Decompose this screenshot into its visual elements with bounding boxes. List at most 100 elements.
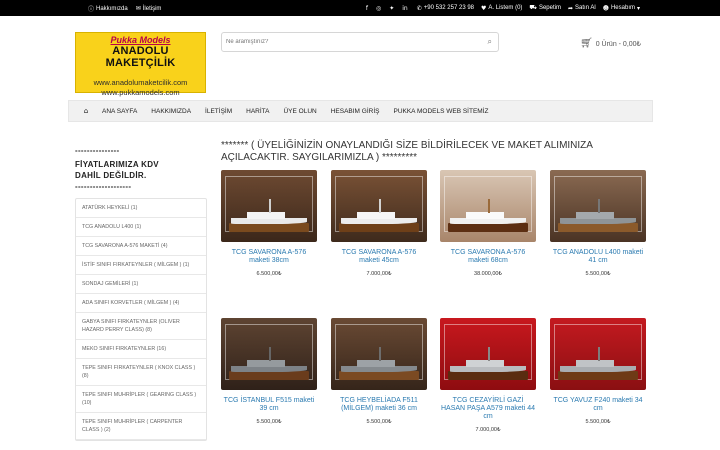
nav-item-register[interactable]: ÜYE OLUN [276,108,323,115]
product-price: 6.500,00₺ [256,271,282,277]
phone-label: +90 532 257 23 98 [423,5,474,11]
product-card: TCG CEZAYİRLİ GAZİ HASAN PAŞA A579 maket… [440,318,536,433]
product-card: TCG YAVUZ F240 maketi 34 cm 5.500,00₺ [550,318,646,425]
cart-label: 0 Ürün - 0,00₺ [595,40,642,48]
product-price: 5.500,00₺ [585,419,611,425]
facebook-icon[interactable]: f [366,5,368,12]
product-name[interactable]: TCG HEYBELİADA F511 (MİLGEM) maketi 36 c… [331,397,427,413]
category-item[interactable]: TCG ANADOLU L400 (1) [76,218,206,237]
product-card: TCG SAVARONA A-576 maketi 38cm 6.500,00₺ [221,170,317,277]
wishlist-link[interactable]: ♥ A. Listem (0) [481,5,522,12]
product-name[interactable]: TCG ANADOLU L400 maketi 41 cm [550,249,646,265]
category-item[interactable]: İSTİF SINIFI FIRKATEYNLER ( MİLGEM ) (1) [76,256,206,275]
product-price: 7.000,00₺ [366,271,392,277]
about-label: Hakkımızda [96,5,128,12]
product-name[interactable]: TCG SAVARONA A-576 maketi 68cm [440,249,536,265]
search-input[interactable] [226,35,476,49]
category-item[interactable]: SONDAJ GEMİLERİ (1) [76,275,206,294]
envelope-icon: ✉ [135,5,141,12]
top-bar-right: f ◎ ✦ in ✆ +90 532 257 23 98 ♥ A. Listem… [366,4,640,12]
about-link[interactable]: ⓘ Hakkımızda [88,4,128,14]
top-bar: ⓘ Hakkımızda ✉ İletişim f ◎ ✦ in ✆ +90 5… [0,0,720,16]
product-price: 7.000,00₺ [475,427,501,433]
nav-item-home[interactable]: ANA SAYFA [95,108,144,115]
notice-text: ******* ( ÜYELİĞİNİZİN ONAYLANDIĞI SİZE … [221,140,593,163]
product-card: TCG SAVARONA A-576 maketi 45cm 7.000,00₺ [331,170,427,277]
nav-item-pukka-site[interactable]: PUKKA MODELS WEB SİTEMİZ [386,108,495,115]
phone-link[interactable]: ✆ +90 532 257 23 98 [417,5,474,12]
search-box: ⌕ [221,32,499,52]
category-item[interactable]: TCG SAVARONA A-576 MAKETİ (4) [76,237,206,256]
category-item[interactable]: TEPE SINIFI FIRKATEYNLER ( KNOX CLASS ) … [76,359,206,386]
category-list: ATATÜRK HEYKELİ (1) TCG ANADOLU L400 (1)… [75,198,207,441]
linkedin-icon[interactable]: in [402,5,407,12]
product-image[interactable] [550,170,646,242]
product-card: TCG ANADOLU L400 maketi 41 cm 5.500,00₺ [550,170,646,277]
nav-item-contact[interactable]: İLETİŞİM [198,108,239,115]
category-item[interactable]: MEKO SINIFI FIRKATEYNLER (16) [76,340,206,359]
product-image[interactable] [221,170,317,242]
logo-line-brand: Pukka Models [110,35,171,45]
product-image[interactable] [331,170,427,242]
category-item[interactable]: ADA SINIFI KORVETLER ( MİLGEM ) (4) [76,294,206,313]
sidebar-title-dashes-bottom: ------------------- [75,182,132,191]
product-price: 5.500,00₺ [585,271,611,277]
contact-label: İletişim [142,5,162,12]
info-icon: ⓘ [88,6,95,13]
product-price: 5.500,00₺ [366,419,392,425]
product-price: 5.500,00₺ [256,419,282,425]
contact-link[interactable]: ✉ İletişim [136,5,162,12]
basket-link[interactable]: ⛟ Sepetim [529,4,561,12]
twitter-icon[interactable]: ✦ [389,5,394,12]
account-menu[interactable]: ☻ Hesabım ▾ [603,5,640,12]
nav-item-map[interactable]: HARİTA [239,108,276,115]
nav-item-about[interactable]: HAKKIMIZDA [144,108,198,115]
sidebar-title-dashes-top: --------------- [75,146,120,155]
category-item[interactable]: GABYA SINIFI FIRKATEYNLER (OLIVER HAZARD… [76,313,206,340]
product-name[interactable]: TCG YAVUZ F240 maketi 34 cm [550,397,646,413]
cart-icon: ⛟ [529,4,537,11]
product-card: TCG SAVARONA A-576 maketi 68cm 38.000,00… [440,170,536,277]
nav-item-login[interactable]: HESABIM GİRİŞ [324,108,387,115]
cart-summary[interactable]: 🛒︎ 0 Ürün - 0,00₺ [580,38,641,49]
product-name[interactable]: TCG SAVARONA A-576 maketi 45cm [331,249,427,265]
checkout-label: Satın Al [575,5,596,11]
wishlist-label: A. Listem (0) [488,5,523,11]
product-image[interactable] [550,318,646,390]
category-item[interactable]: TEPE SINIFI MUHRİPLER ( GEARING CLASS ) … [76,386,206,413]
heart-icon: ♥ [481,4,487,12]
caret-down-icon: ▾ [636,4,640,12]
user-icon: ☻ [602,4,609,12]
phone-icon: ✆ [416,4,422,12]
category-item[interactable]: ATATÜRK HEYKELİ (1) [76,199,206,218]
product-image[interactable] [440,318,536,390]
sidebar-title-line2: DAHİL DEĞİLDİR. [75,171,147,180]
sidebar-title-line1: FİYATLARIMIZA KDV [75,160,159,169]
product-name[interactable]: TCG CEZAYİRLİ GAZİ HASAN PAŞA A579 maket… [440,397,536,421]
site-logo[interactable]: Pukka Models ANADOLU MAKETÇİLİK www.anad… [75,32,206,97]
social-links: f ◎ ✦ in [366,5,408,12]
checkout-link[interactable]: ➦ Satın Al [568,5,596,12]
product-image[interactable] [221,318,317,390]
logo-line-url2: www.pukkamodels.com [101,88,180,97]
logo-line-url1: www.anadolumaketcilik.com [93,78,188,87]
instagram-icon[interactable]: ◎ [376,5,381,12]
product-price: 38.000,00₺ [474,271,502,277]
product-image[interactable] [331,318,427,390]
product-name[interactable]: TCG İSTANBUL F515 maketi 39 cm [221,397,317,413]
account-label: Hesabım [610,5,635,11]
product-image[interactable] [440,170,536,242]
top-bar-left: ⓘ Hakkımızda ✉ İletişim [88,4,161,13]
product-name[interactable]: TCG SAVARONA A-576 maketi 38cm [221,249,317,265]
search-icon[interactable]: ⌕ [488,37,492,47]
logo-line-company: ANADOLU MAKETÇİLİK [105,45,176,69]
category-item[interactable]: TEPE SINIFI MUHRİPLER ( CARPENTER CLASS … [76,413,206,440]
product-card: TCG HEYBELİADA F511 (MİLGEM) maketi 36 c… [331,318,427,425]
main-nav: ⌂ ANA SAYFA HAKKIMIZDA İLETİŞİM HARİTA Ü… [68,100,653,122]
share-icon: ➦ [567,4,574,12]
sidebar: --------------- FİYATLARIMIZA KDV DAHİL … [75,145,207,441]
home-icon[interactable]: ⌂ [77,107,95,115]
product-card: TCG İSTANBUL F515 maketi 39 cm 5.500,00₺ [221,318,317,425]
basket-label: Sepetim [538,5,561,11]
cart-icon: 🛒︎ [580,38,593,49]
